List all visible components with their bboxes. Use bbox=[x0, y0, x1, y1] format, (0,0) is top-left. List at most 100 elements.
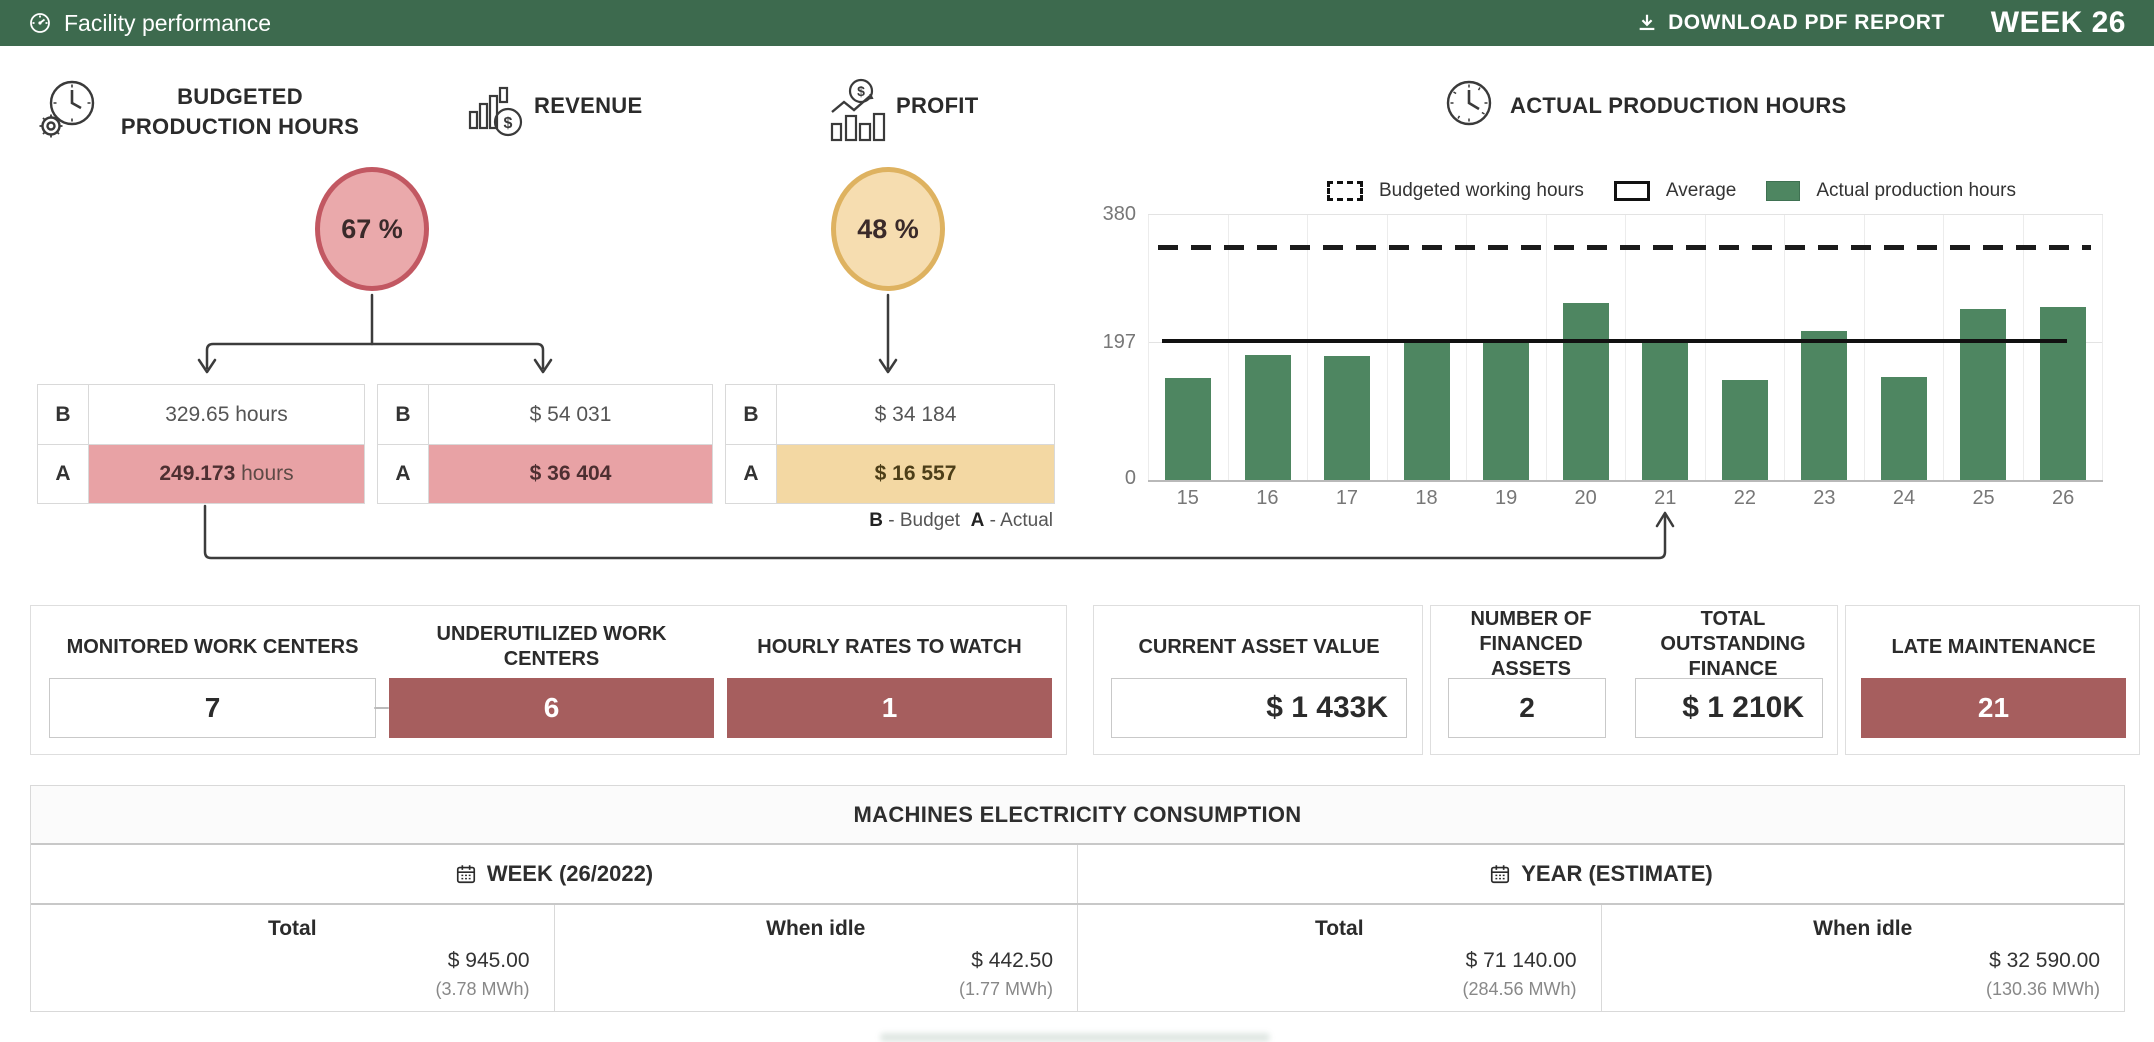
legend-label: Average bbox=[1666, 180, 1736, 202]
finance-panel: NUMBER OF FINANCED ASSETS TOTAL OUTSTAND… bbox=[1430, 605, 1838, 755]
year-idle-cell: When idle $ 32 590.00 (130.36 MWh) bbox=[1601, 905, 2125, 1011]
table-row-actual: A $ 36 404 bbox=[378, 444, 712, 503]
actual-hours-bar-week-20[interactable] bbox=[1563, 303, 1609, 480]
download-pdf-button[interactable]: DOWNLOAD PDF REPORT bbox=[1636, 11, 1945, 35]
chart-column bbox=[1466, 215, 1546, 480]
hourly-rates-to-watch-value: 1 bbox=[727, 678, 1052, 738]
profit-ratio-circle: 48 % bbox=[831, 167, 945, 291]
monitored-work-centers-value: 7 bbox=[49, 678, 376, 738]
actual-hours-bar-week-17[interactable] bbox=[1324, 356, 1370, 480]
chart-column bbox=[1864, 215, 1944, 480]
actual-hours-bar-week-22[interactable] bbox=[1722, 380, 1768, 480]
mwh: (3.78 MWh) bbox=[435, 979, 529, 1000]
current-asset-value-label: CURRENT ASSET VALUE bbox=[1104, 624, 1414, 670]
average-line bbox=[1162, 339, 2067, 343]
bars-coin-icon: $ bbox=[468, 82, 526, 142]
x-axis-label: 24 bbox=[1864, 487, 1944, 510]
amount: $ 945.00 bbox=[448, 949, 530, 973]
week-column-header: WEEK (26/2022) bbox=[31, 845, 1077, 903]
budgeted-production-hours-title: BUDGETED PRODUCTION HOURS bbox=[100, 82, 380, 142]
chart-column bbox=[1307, 215, 1387, 480]
actual-hours-bar-week-21[interactable] bbox=[1642, 341, 1688, 480]
actual-hours-bar-week-16[interactable] bbox=[1245, 355, 1291, 480]
monitored-work-centers-label: MONITORED WORK CENTERS bbox=[49, 624, 376, 670]
amount: $ 32 590.00 bbox=[1989, 949, 2100, 973]
late-maintenance-label: LATE MAINTENANCE bbox=[1856, 624, 2131, 670]
actual-hours-bar-week-26[interactable] bbox=[2040, 307, 2086, 480]
calendar-icon bbox=[455, 863, 477, 885]
underutilized-work-centers-label: UNDERUTILIZED WORK CENTERS bbox=[389, 624, 714, 670]
profit-table: B $ 34 184 A $ 16 557 bbox=[725, 384, 1055, 504]
actual-hours-bar-week-19[interactable] bbox=[1483, 341, 1529, 480]
chart-column bbox=[1784, 215, 1864, 480]
actual-hours-bar-week-18[interactable] bbox=[1404, 339, 1450, 480]
electricity-table-title: MACHINES ELECTRICITY CONSUMPTION bbox=[31, 786, 2124, 845]
bars-coin-arrow-icon: $ bbox=[828, 78, 890, 144]
year-column-header: YEAR (ESTIMATE) bbox=[1077, 845, 2124, 903]
chart-legend: Budgeted working hours Average Actual pr… bbox=[1327, 180, 2016, 202]
chart-column bbox=[1148, 215, 1228, 480]
svg-text:$: $ bbox=[504, 115, 513, 132]
mwh: (130.36 MWh) bbox=[1986, 979, 2100, 1000]
table-row-budget: B 329.65 hours bbox=[38, 385, 364, 444]
asset-value-panel: CURRENT ASSET VALUE $ 1 433K bbox=[1093, 605, 1423, 755]
x-axis-label: 23 bbox=[1785, 487, 1865, 510]
week-total-cell: Total $ 945.00 (3.78 MWh) bbox=[31, 905, 554, 1011]
underutilized-work-centers-value: 6 bbox=[389, 678, 714, 738]
budgeted-hours-table: B 329.65 hours A 249.173 hours bbox=[37, 384, 365, 504]
x-axis-label: 22 bbox=[1705, 487, 1785, 510]
table-row-budget: B $ 54 031 bbox=[378, 385, 712, 444]
electricity-consumption-table: MACHINES ELECTRICITY CONSUMPTION WEEK (2… bbox=[30, 785, 2125, 1012]
chart-plot bbox=[1148, 214, 2103, 482]
current-asset-value: $ 1 433K bbox=[1111, 678, 1407, 738]
chart-column bbox=[1228, 215, 1308, 480]
x-axis-label: 25 bbox=[1944, 487, 2024, 510]
legend-label: Budgeted working hours bbox=[1379, 180, 1584, 202]
amount: $ 71 140.00 bbox=[1466, 949, 1577, 973]
download-icon bbox=[1636, 12, 1658, 34]
total-outstanding-finance-value: $ 1 210K bbox=[1635, 678, 1823, 738]
x-axis-label: 15 bbox=[1148, 487, 1228, 510]
actual-hours-bar-week-23[interactable] bbox=[1801, 331, 1847, 480]
x-axis-label: 19 bbox=[1466, 487, 1546, 510]
y-tick-197: 197 bbox=[1084, 331, 1136, 354]
x-axis-label: 20 bbox=[1546, 487, 1626, 510]
table-row-actual: A 249.173 hours bbox=[38, 444, 364, 503]
x-axis-label: 21 bbox=[1625, 487, 1705, 510]
chart-column bbox=[2023, 215, 2104, 480]
clock-gear-icon bbox=[36, 76, 98, 142]
budget-actual-legend: B - Budget A - Actual bbox=[753, 510, 1053, 532]
amount: $ 442.50 bbox=[971, 949, 1053, 973]
y-tick-0: 0 bbox=[1084, 467, 1136, 490]
actual-hours-bar-week-24[interactable] bbox=[1881, 377, 1927, 480]
chart-column bbox=[1387, 215, 1467, 480]
y-tick-380: 380 bbox=[1084, 203, 1136, 226]
revenue-table: B $ 54 031 A $ 36 404 bbox=[377, 384, 713, 504]
total-outstanding-finance-label: TOTAL OUTSTANDING FINANCE bbox=[1635, 616, 1831, 672]
mwh: (1.77 MWh) bbox=[959, 979, 1053, 1000]
number-of-financed-assets-value: 2 bbox=[1448, 678, 1606, 738]
average-swatch bbox=[1614, 181, 1650, 201]
chart-column bbox=[1943, 215, 2023, 480]
chart-column bbox=[1705, 215, 1785, 480]
x-axis: 151617181920212223242526 bbox=[1148, 487, 2103, 510]
maintenance-panel: LATE MAINTENANCE 21 bbox=[1845, 605, 2140, 755]
facility-performance-dashboard: Facility performance DOWNLOAD PDF REPORT… bbox=[0, 0, 2154, 1042]
week-badge: WEEK 26 bbox=[1991, 6, 2126, 40]
mwh: (284.56 MWh) bbox=[1462, 979, 1576, 1000]
actual-hours-swatch bbox=[1766, 181, 1800, 201]
x-axis-label: 18 bbox=[1387, 487, 1467, 510]
profit-title: PROFIT bbox=[896, 93, 978, 119]
table-row-budget: B $ 34 184 bbox=[726, 385, 1054, 444]
actual-hours-bar-week-15[interactable] bbox=[1165, 378, 1211, 480]
x-axis-label: 16 bbox=[1228, 487, 1308, 510]
calendar-icon bbox=[1489, 863, 1511, 885]
hourly-rates-to-watch-label: HOURLY RATES TO WATCH bbox=[727, 624, 1052, 670]
actual-hours-bar-week-25[interactable] bbox=[1960, 309, 2006, 480]
clock-icon bbox=[1444, 78, 1494, 128]
work-centers-panel: MONITORED WORK CENTERS UNDERUTILIZED WOR… bbox=[30, 605, 1067, 755]
svg-text:$: $ bbox=[857, 83, 865, 99]
year-total-cell: Total $ 71 140.00 (284.56 MWh) bbox=[1077, 905, 1601, 1011]
gauge-icon bbox=[28, 11, 52, 35]
x-axis-label: 17 bbox=[1307, 487, 1387, 510]
